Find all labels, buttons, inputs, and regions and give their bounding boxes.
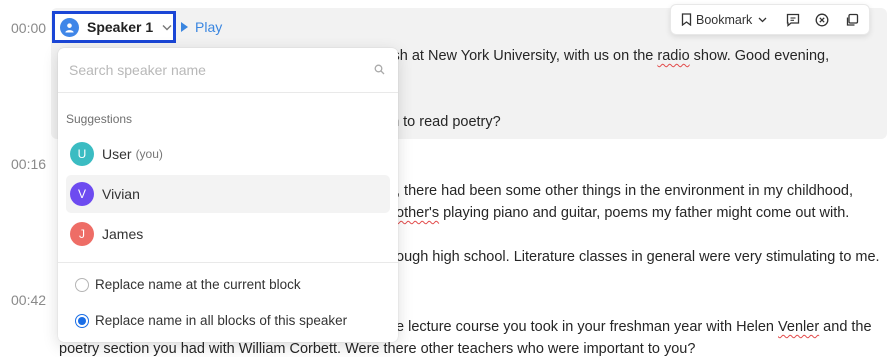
- you-tag: (you): [135, 147, 163, 161]
- speaker-name: Speaker 1: [87, 19, 154, 35]
- avatar: J: [70, 222, 94, 246]
- transcript-line: glish at New York University, with us on…: [378, 48, 829, 64]
- transcript-text: playing piano and guitar, poems my fathe…: [439, 205, 850, 221]
- close-circle-icon[interactable]: [815, 13, 829, 27]
- timestamp[interactable]: 00:00: [11, 20, 46, 36]
- radio-button-selected[interactable]: [75, 313, 89, 328]
- timestamp[interactable]: 00:42: [11, 292, 46, 308]
- copy-icon[interactable]: [845, 13, 859, 27]
- transcript-text: show. Good evening,: [689, 48, 830, 64]
- transcript-text: glish at New York University, with us on…: [378, 48, 658, 64]
- speaker-option-vivian[interactable]: V Vivian: [66, 175, 390, 213]
- transcript-line: ough high school. Literature classes in …: [396, 249, 880, 265]
- transcript-line: an to read poetry?: [383, 114, 501, 130]
- transcript-line: , there had been some other things in th…: [396, 183, 854, 199]
- suggestions-heading: Suggestions: [66, 112, 133, 126]
- replace-current-block-option[interactable]: Replace name at the current block: [75, 277, 301, 292]
- transcript-text: and the: [819, 319, 872, 335]
- spelling-flagged-word[interactable]: other's: [396, 205, 439, 221]
- bookmark-label: Bookmark: [696, 12, 753, 27]
- comment-icon[interactable]: [786, 13, 800, 27]
- bookmark-icon: [681, 13, 692, 26]
- transcript-line: other's playing piano and guitar, poems …: [396, 205, 849, 221]
- spelling-flagged-word[interactable]: Venler: [778, 319, 819, 335]
- play-label: Play: [195, 19, 223, 35]
- speaker-avatar-icon: [60, 17, 79, 37]
- avatar: V: [70, 182, 94, 206]
- bookmark-button[interactable]: Bookmark: [681, 13, 767, 27]
- block-toolbar: Bookmark: [670, 4, 870, 35]
- chevron-down-icon: [758, 17, 767, 22]
- radio-button[interactable]: [75, 277, 89, 292]
- radio-label: Replace name in all blocks of this speak…: [95, 313, 348, 328]
- radio-label: Replace name at the current block: [95, 277, 301, 292]
- speaker-option-name: Vivian: [102, 186, 140, 202]
- speaker-dropdown: Suggestions U User (you) V Vivian J Jame…: [58, 48, 398, 342]
- search-speaker-input[interactable]: [58, 48, 398, 93]
- divider: [58, 262, 398, 263]
- timestamp[interactable]: 00:16: [11, 156, 46, 172]
- speaker-selector-button[interactable]: Speaker 1: [52, 11, 176, 43]
- transcript-text: e lecture course you took in your freshm…: [396, 319, 779, 335]
- avatar: U: [70, 142, 94, 166]
- search-icon: [374, 64, 385, 75]
- transcript-line: poetry section you had with William Corb…: [59, 341, 696, 357]
- speaker-option-james[interactable]: J James: [66, 215, 390, 253]
- speaker-option-name: James: [102, 226, 144, 242]
- spelling-flagged-word[interactable]: radio: [657, 48, 689, 64]
- play-icon: [181, 22, 188, 32]
- replace-all-blocks-option[interactable]: Replace name in all blocks of this speak…: [75, 313, 347, 328]
- transcript-line: e lecture course you took in your freshm…: [396, 319, 872, 335]
- chevron-down-icon: [162, 18, 172, 36]
- speaker-option-user[interactable]: U User (you): [66, 135, 390, 173]
- play-button[interactable]: Play: [181, 19, 222, 35]
- speaker-option-name: User: [102, 146, 132, 162]
